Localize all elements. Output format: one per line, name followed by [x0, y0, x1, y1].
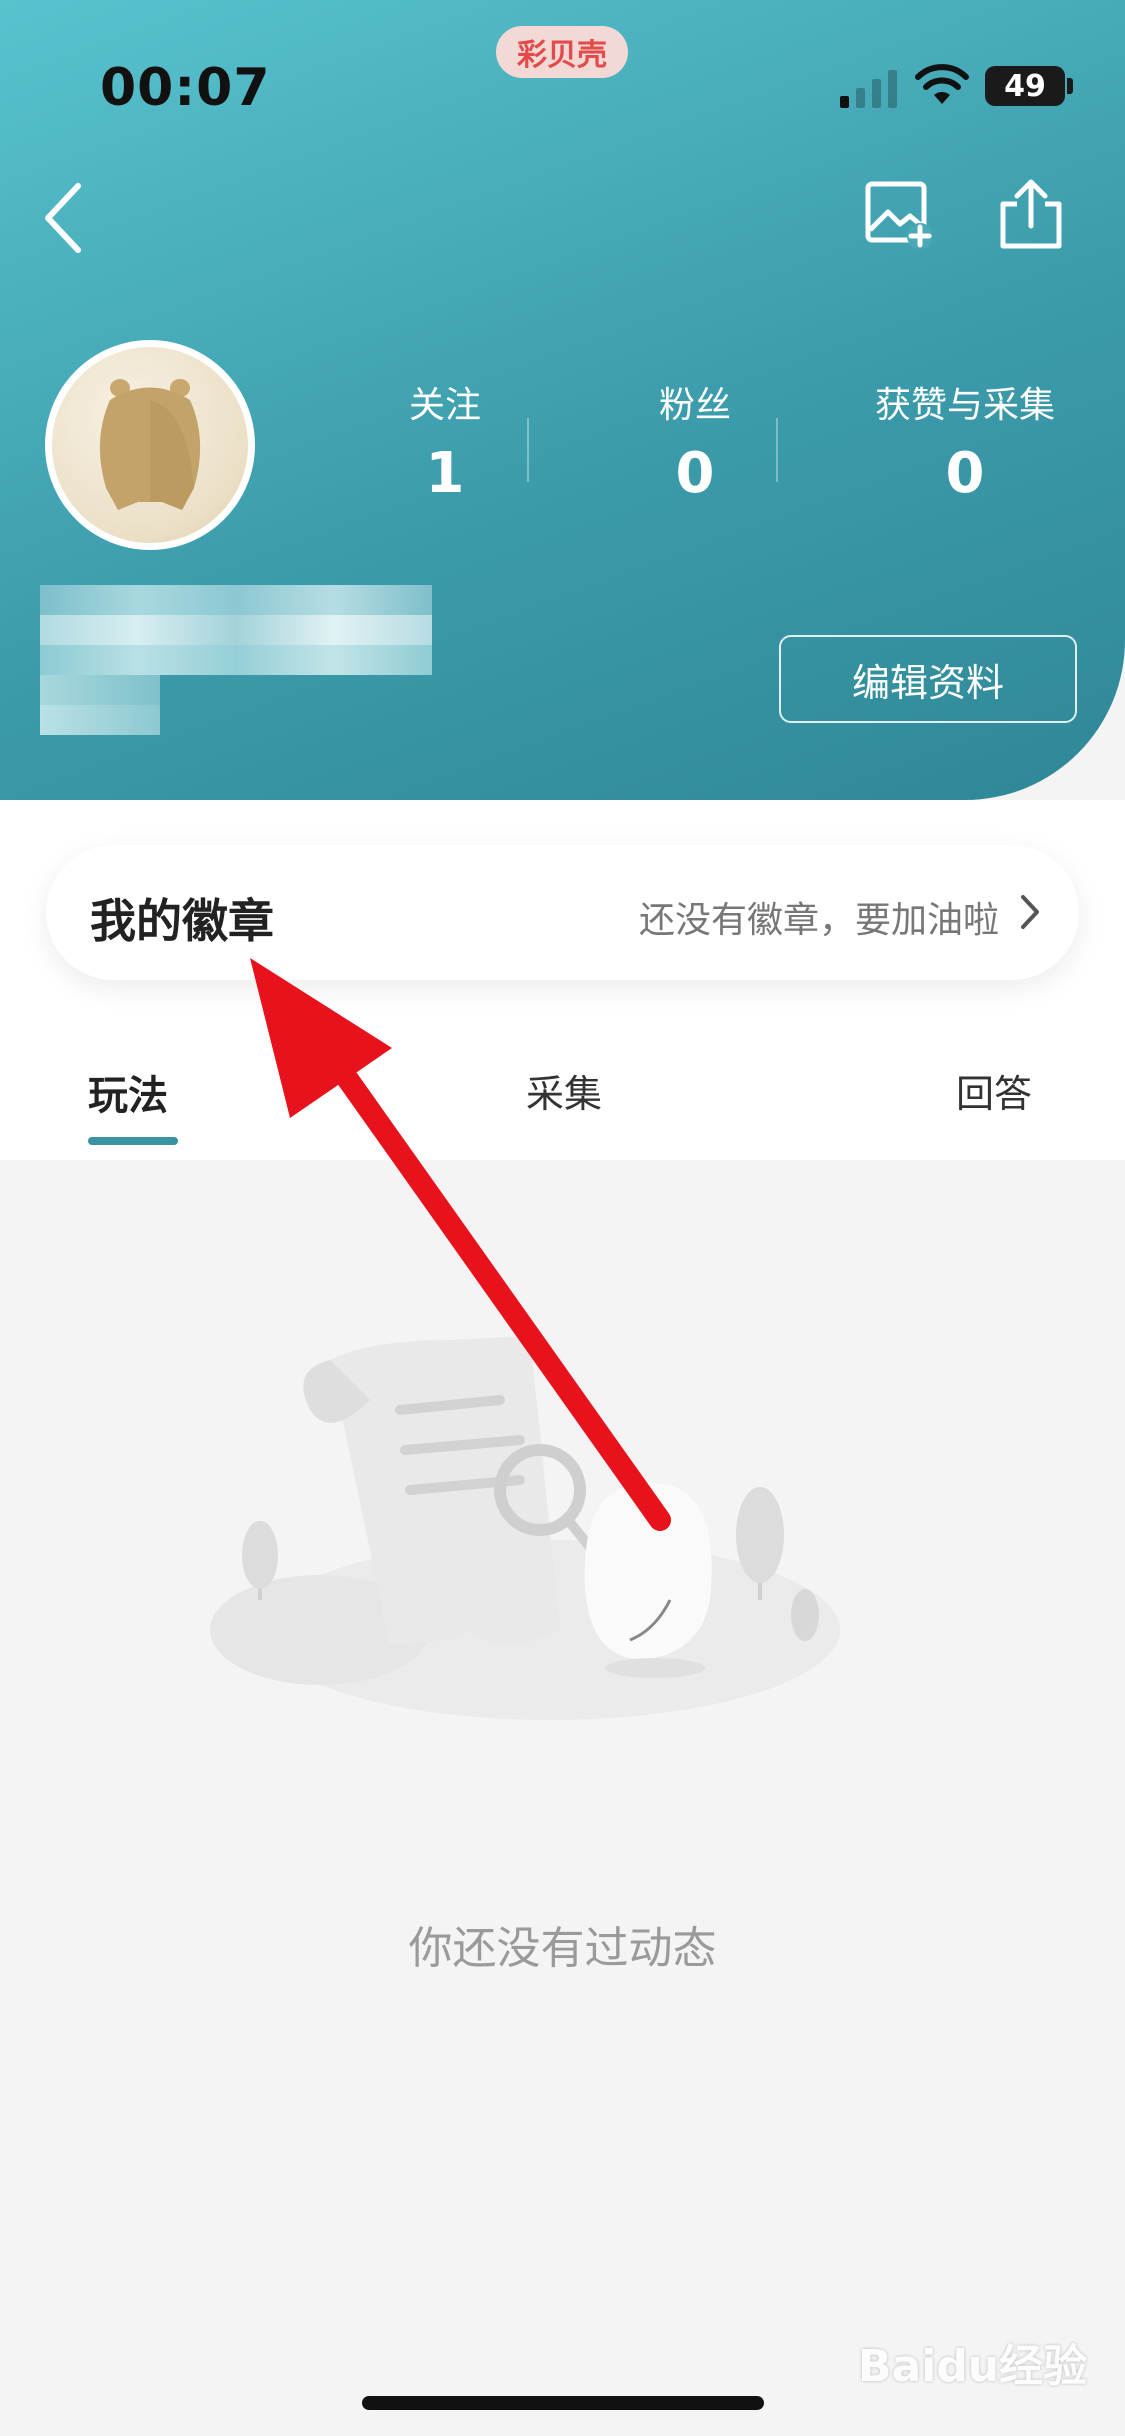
chevron-right-icon — [1021, 895, 1039, 929]
share-icon[interactable] — [995, 176, 1067, 252]
bear-avatar-icon — [99, 379, 201, 510]
status-time: 00:07 — [100, 58, 271, 118]
profile-stats: 关注 1 粉丝 0 获赞与采集 0 — [310, 378, 1120, 518]
watermark-text: Baidu经验 — [858, 2341, 1088, 2392]
empty-state-text: 你还没有过动态 — [408, 1923, 717, 1974]
badges-title: 我的徽章 — [90, 894, 274, 948]
edit-profile-button[interactable]: 编辑资料 — [779, 635, 1077, 723]
badges-hint: 还没有徽章，要加油啦 — [638, 900, 999, 941]
status-bar: 00:07 彩贝壳 49 — [0, 0, 1125, 150]
tab-gameplay[interactable]: 玩法 — [88, 1063, 168, 1121]
home-indicator[interactable] — [362, 2396, 764, 2410]
tab-answers[interactable]: 回答 — [956, 1063, 1032, 1118]
stat-following[interactable]: 关注 1 — [360, 378, 530, 514]
avatar[interactable] — [45, 340, 255, 550]
stat-followers[interactable]: 粉丝 0 — [610, 378, 780, 514]
content-tabs: 玩法 采集 回答 — [0, 1045, 1125, 1155]
stat-divider — [776, 418, 778, 482]
cellular-signal-icon — [840, 70, 897, 108]
app-badge: 彩贝壳 — [496, 26, 628, 78]
stat-label: 关注 — [408, 385, 481, 426]
stat-label: 获赞与采集 — [874, 385, 1055, 426]
stat-likes-collects[interactable]: 获赞与采集 0 — [840, 378, 1090, 514]
battery-icon: 49 — [985, 66, 1065, 106]
stat-value: 1 — [425, 441, 465, 506]
my-badges-card[interactable]: 我的徽章 还没有徽章，要加油啦 — [46, 845, 1079, 980]
empty-state-illustration — [210, 1336, 840, 1720]
back-icon[interactable] — [38, 178, 88, 258]
add-photo-icon[interactable] — [862, 178, 936, 252]
stat-divider — [527, 418, 529, 482]
stat-value: 0 — [945, 441, 985, 506]
stat-label: 粉丝 — [658, 385, 731, 426]
profile-header: 00:07 彩贝壳 49 关注 1 粉丝 0 获赞与采集 0 编辑资料 — [0, 0, 1125, 800]
active-tab-indicator — [88, 1137, 178, 1145]
username-redacted — [40, 585, 432, 737]
battery-tip — [1067, 78, 1073, 94]
tab-collect[interactable]: 采集 — [526, 1063, 602, 1118]
avatar-image — [52, 347, 248, 543]
stat-value: 0 — [675, 441, 715, 506]
wifi-icon — [915, 64, 969, 104]
